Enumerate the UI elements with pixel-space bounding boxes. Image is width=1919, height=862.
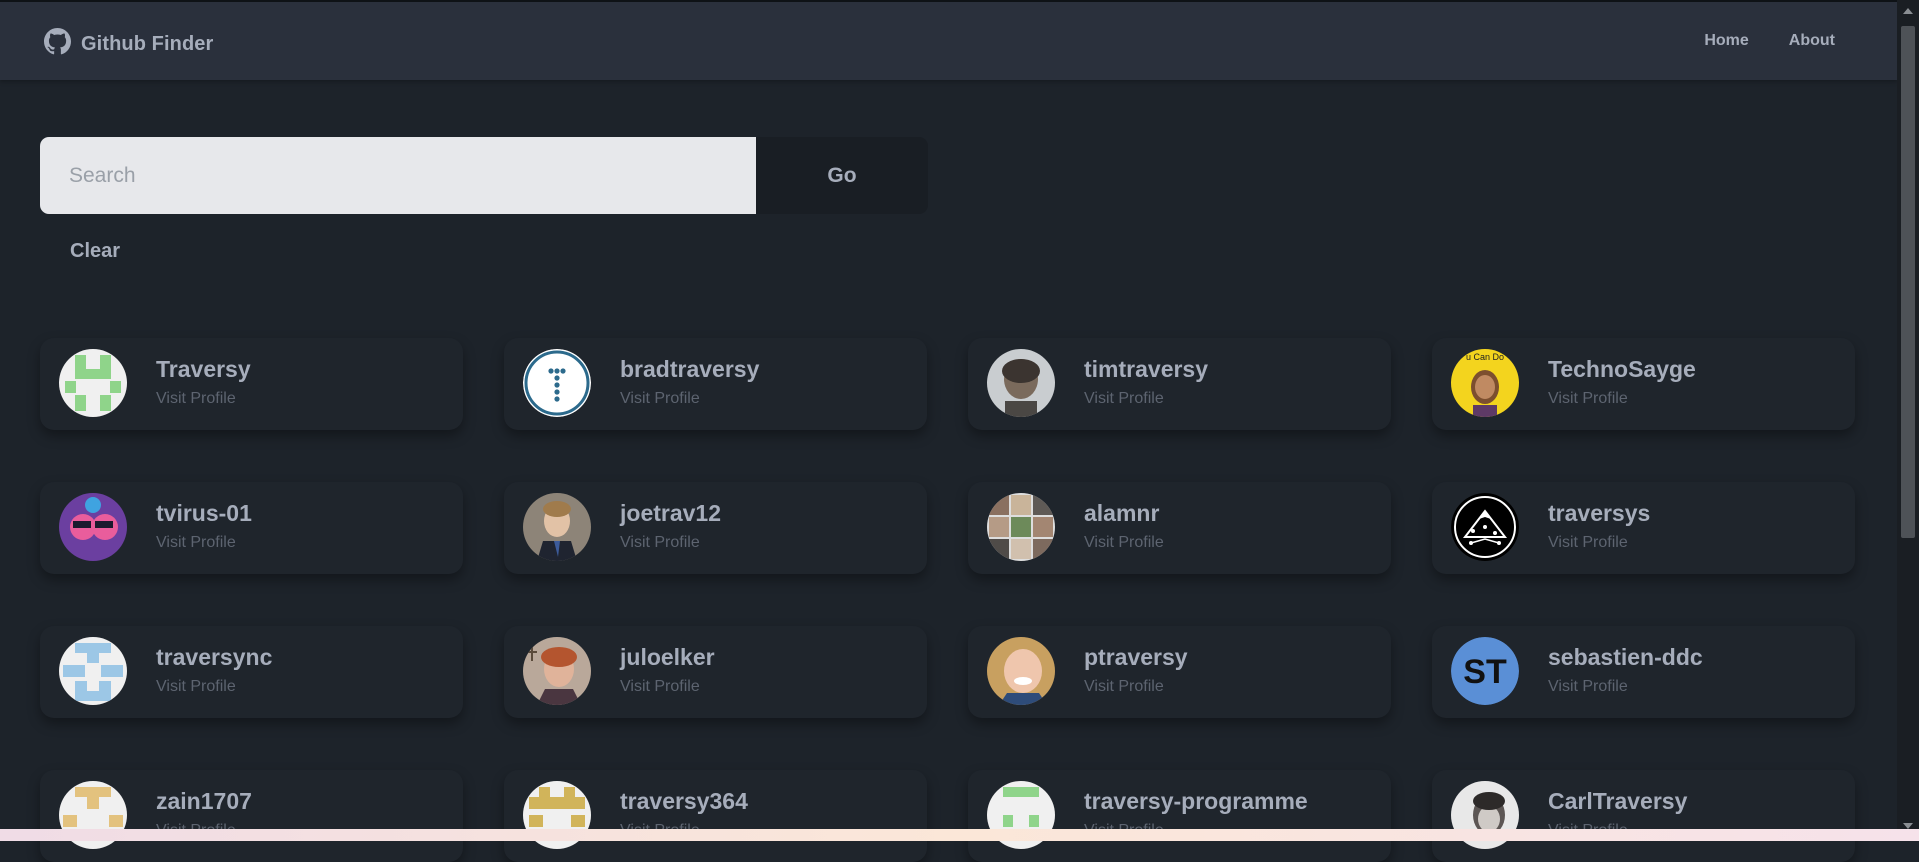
user-card: bradtraversy Visit Profile — [504, 338, 927, 430]
initials-st-avatar: ST — [1451, 637, 1519, 705]
visit-profile-link[interactable]: Visit Profile — [1548, 390, 1628, 408]
user-login: alamnr — [1084, 500, 1160, 526]
avatar — [987, 493, 1055, 561]
user-card: zain1707 Visit Profile — [40, 770, 463, 862]
visit-profile-link[interactable]: Visit Profile — [156, 678, 236, 696]
photo-portrait-avatar — [987, 349, 1055, 417]
visit-profile-link[interactable]: Visit Profile — [620, 390, 700, 408]
mountain-logo-avatar — [1451, 493, 1519, 561]
nav-home-link[interactable]: Home — [1704, 32, 1748, 50]
user-login: juloelker — [620, 644, 715, 670]
user-card: ptraversy Visit Profile — [968, 626, 1391, 718]
user-card: alamnr Visit Profile — [968, 482, 1391, 574]
user-login: traversy-programme — [1084, 788, 1308, 814]
page-scrollbar[interactable] — [1897, 0, 1919, 841]
user-login: bradtraversy — [620, 356, 760, 382]
visit-profile-link[interactable]: Visit Profile — [1084, 390, 1164, 408]
user-card: traversync Visit Profile — [40, 626, 463, 718]
search-input[interactable] — [40, 137, 756, 214]
user-login: sebastien-ddc — [1548, 644, 1703, 670]
scroll-up-arrow-icon[interactable] — [1903, 8, 1913, 14]
avatar — [523, 637, 591, 705]
clear-button[interactable]: Clear — [70, 240, 120, 263]
user-card: traversys Visit Profile — [1432, 482, 1855, 574]
user-login: TechnoSayge — [1548, 356, 1696, 382]
nav-about-link[interactable]: About — [1789, 32, 1835, 50]
photo-collage-avatar — [987, 493, 1055, 561]
github-icon — [44, 28, 71, 60]
identicon-blue-avatar — [59, 637, 127, 705]
avatar — [523, 349, 591, 417]
avatar: u Can Do — [1451, 349, 1519, 417]
user-login: timtraversy — [1084, 356, 1209, 382]
cartoon-yellow-avatar: u Can Do — [1451, 349, 1519, 417]
photo-portrait-avatar — [523, 493, 591, 561]
photo-portrait-avatar — [523, 637, 591, 705]
user-login: traversy364 — [620, 788, 748, 814]
user-card: Traversy Visit Profile — [40, 338, 463, 430]
bottom-edge — [0, 829, 1919, 841]
user-login: Traversy — [156, 356, 251, 382]
user-card: traversy-programme Visit Profile — [968, 770, 1391, 862]
avatar — [523, 493, 591, 561]
user-login: ptraversy — [1084, 644, 1188, 670]
user-login: joetrav12 — [620, 500, 722, 526]
initials-text: ST — [1463, 653, 1507, 691]
visit-profile-link[interactable]: Visit Profile — [1084, 678, 1164, 696]
avatar — [59, 637, 127, 705]
user-card: CarlTraversy Visit Profile — [1432, 770, 1855, 862]
avatar — [987, 637, 1055, 705]
avatar — [987, 349, 1055, 417]
user-card: timtraversy Visit Profile — [968, 338, 1391, 430]
search-form: Go — [40, 137, 928, 214]
avatar — [59, 493, 127, 561]
visit-profile-link[interactable]: Visit Profile — [1084, 534, 1164, 552]
logo-t-blue-avatar — [523, 349, 591, 417]
visit-profile-link[interactable]: Visit Profile — [156, 390, 236, 408]
user-login: traversys — [1548, 500, 1651, 526]
avatar — [1451, 493, 1519, 561]
app-title: Github Finder — [81, 32, 214, 55]
user-card: juloelker Visit Profile — [504, 626, 927, 718]
user-card: tvirus-01 Visit Profile — [40, 482, 463, 574]
user-card: u Can Do TechnoSayge Visit Profile — [1432, 338, 1855, 430]
visit-profile-link[interactable]: Visit Profile — [1548, 534, 1628, 552]
user-login: zain1707 — [156, 788, 252, 814]
avatar: ST — [1451, 637, 1519, 705]
visit-profile-link[interactable]: Visit Profile — [156, 534, 236, 552]
user-card: traversy364 Visit Profile — [504, 770, 927, 862]
user-login: tvirus-01 — [156, 500, 252, 526]
nav-links: Home About — [1704, 32, 1835, 50]
photo-portrait-avatar — [987, 637, 1055, 705]
user-card: joetrav12 Visit Profile — [504, 482, 927, 574]
avatar — [59, 349, 127, 417]
visit-profile-link[interactable]: Visit Profile — [620, 534, 700, 552]
user-login: traversync — [156, 644, 273, 670]
navbar: Github Finder Home About — [0, 2, 1897, 80]
cartoon-purple-avatar — [59, 493, 127, 561]
scroll-thumb[interactable] — [1901, 26, 1915, 538]
brand[interactable]: Github Finder — [44, 28, 213, 60]
visit-profile-link[interactable]: Visit Profile — [620, 678, 700, 696]
user-login: CarlTraversy — [1548, 788, 1688, 814]
user-card: ST sebastien-ddc Visit Profile — [1432, 626, 1855, 718]
visit-profile-link[interactable]: Visit Profile — [1548, 678, 1628, 696]
identicon-green-avatar — [59, 349, 127, 417]
go-button[interactable]: Go — [756, 137, 928, 214]
banner-text: u Can Do — [1466, 352, 1504, 362]
